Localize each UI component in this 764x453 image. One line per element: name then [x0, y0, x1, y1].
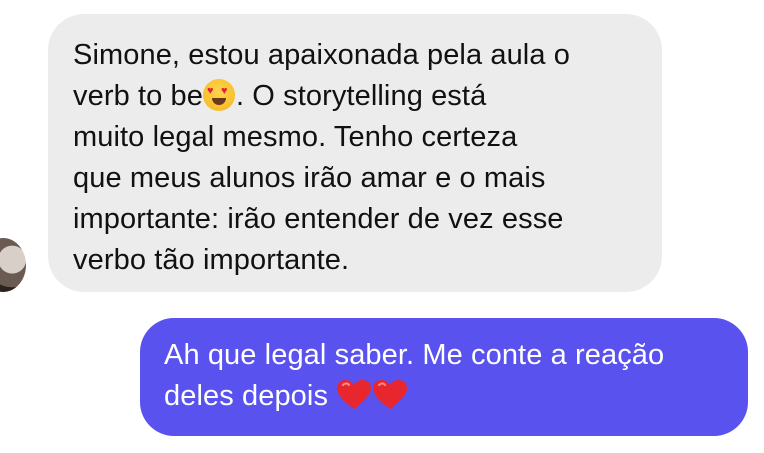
message-line: muito legal mesmo. Tenho certeza — [73, 121, 518, 153]
sender-avatar[interactable] — [0, 238, 26, 292]
red-heart-icon — [336, 379, 372, 411]
message-line: Simone, estou apaixonada pela aula o — [73, 39, 570, 71]
message-line: verbo tão importante. — [73, 244, 350, 276]
message-line: Ah que legal saber. Me conte a reação — [164, 339, 665, 371]
heart-eyes-emoji-icon: ♥ ♥ — [202, 79, 235, 111]
incoming-message-bubble[interactable]: Simone, estou apaixonada pela aula o ver… — [48, 14, 662, 292]
message-line: deles depois — [164, 376, 730, 417]
message-text: verb to be — [73, 80, 203, 112]
outgoing-message-bubble[interactable]: Ah que legal saber. Me conte a reação de… — [140, 318, 748, 436]
message-text: . O storytelling está — [235, 80, 487, 112]
message-line: que meus alunos irão amar e o mais — [73, 162, 546, 194]
message-line: importante: irão entender de vez esse — [73, 203, 564, 235]
message-text: deles depois — [164, 380, 329, 412]
red-heart-icon — [372, 379, 408, 411]
message-line: verb to be ♥ ♥. O storytelling está — [73, 76, 642, 117]
